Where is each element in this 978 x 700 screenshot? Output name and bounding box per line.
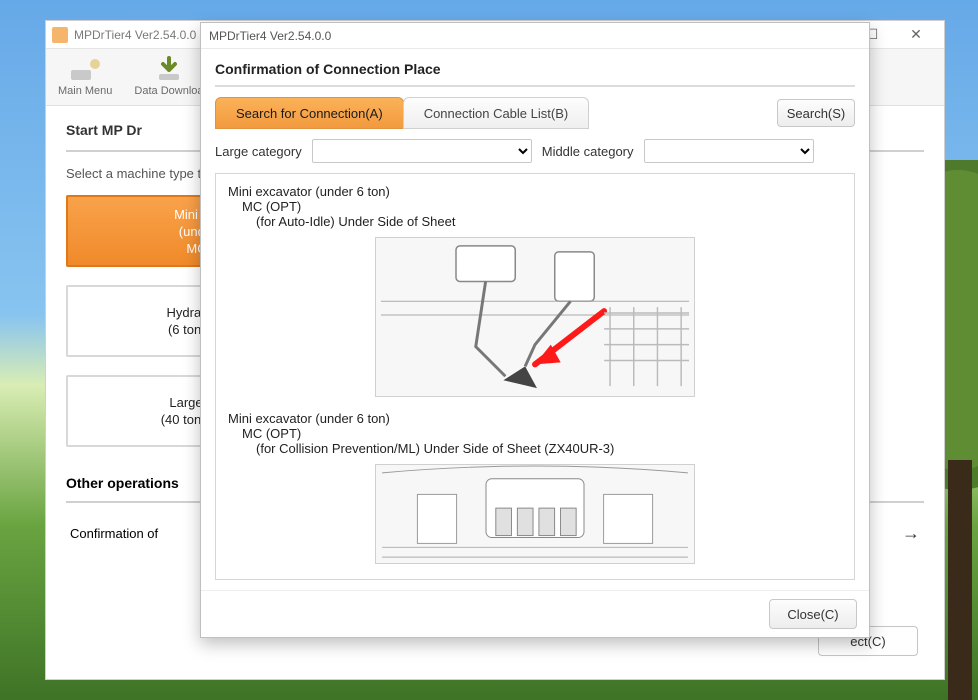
- result-category: Mini excavator (under 6 ton): [228, 184, 842, 199]
- arrow-right-icon: →: [902, 523, 920, 544]
- result-detail: (for Auto-Idle) Under Side of Sheet: [256, 214, 842, 229]
- close-button[interactable]: Close(C): [769, 599, 857, 629]
- large-category-select[interactable]: [312, 139, 532, 163]
- connection-diagram: [375, 464, 695, 564]
- main-menu-button[interactable]: Main Menu: [58, 55, 112, 97]
- tab-cable-label: Connection Cable List(B): [424, 106, 569, 121]
- download-icon: [152, 55, 186, 83]
- result-detail: (for Collision Prevention/ML) Under Side…: [256, 441, 842, 456]
- result-item: Mini excavator (under 6 ton) MC (OPT) (f…: [228, 411, 842, 564]
- tab-search-label: Search for Connection(A): [236, 106, 383, 121]
- result-subcategory: MC (OPT): [242, 199, 842, 214]
- tab-row: Search for Connection(A) Connection Cabl…: [215, 97, 855, 129]
- dialog-heading: Confirmation of Connection Place: [215, 61, 855, 77]
- results-panel[interactable]: Mini excavator (under 6 ton) MC (OPT) (f…: [215, 173, 855, 580]
- middle-category-label: Middle category: [542, 144, 634, 159]
- app-icon: [52, 27, 68, 43]
- close-window-button[interactable]: ✕: [894, 22, 938, 48]
- data-download-label: Data Downloa: [134, 85, 203, 97]
- close-button-label: Close(C): [787, 607, 838, 622]
- dialog-title: MPDrTier4 Ver2.54.0.0: [209, 29, 331, 43]
- main-menu-label: Main Menu: [58, 85, 112, 97]
- search-button-label: Search(S): [787, 106, 846, 121]
- dialog-footer: Close(C): [201, 590, 869, 637]
- tab-cable-list[interactable]: Connection Cable List(B): [403, 97, 590, 129]
- dialog-heading-divider: [215, 85, 855, 87]
- large-category-label: Large category: [215, 144, 302, 159]
- connection-dialog: MPDrTier4 Ver2.54.0.0 Confirmation of Co…: [200, 22, 870, 638]
- main-menu-icon: [68, 55, 102, 83]
- connection-diagram: [375, 237, 695, 397]
- result-category: Mini excavator (under 6 ton): [228, 411, 842, 426]
- data-download-button[interactable]: Data Downloa: [134, 55, 203, 97]
- result-item: Mini excavator (under 6 ton) MC (OPT) (f…: [228, 184, 842, 397]
- search-button[interactable]: Search(S): [777, 99, 855, 127]
- dialog-title-bar[interactable]: MPDrTier4 Ver2.54.0.0: [201, 23, 869, 49]
- result-subcategory: MC (OPT): [242, 426, 842, 441]
- middle-category-select[interactable]: [644, 139, 814, 163]
- confirmation-label: Confirmation of: [70, 526, 158, 541]
- tab-search-connection[interactable]: Search for Connection(A): [215, 97, 404, 129]
- filter-row: Large category Middle category: [215, 139, 855, 163]
